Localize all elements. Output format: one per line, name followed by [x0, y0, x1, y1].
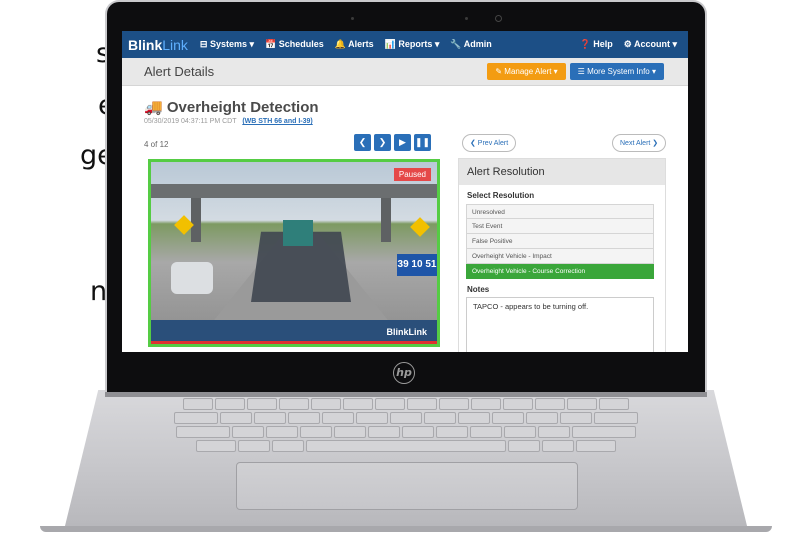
alert-location-link[interactable]: (WB STH 66 and I-39) — [242, 118, 312, 125]
laptop-base — [40, 526, 772, 532]
sensor-dot — [465, 17, 468, 20]
resolution-option[interactable]: Test Event — [466, 219, 654, 234]
nav-alerts[interactable]: 🔔 Alerts — [335, 39, 374, 50]
top-navbar: BlinkLink ⊟ Systems ▾ 📅 Schedules 🔔 Aler… — [122, 31, 688, 58]
resolution-option-selected[interactable]: Overheight Vehicle - Course Correction — [466, 264, 654, 279]
app-screen: BlinkLink ⊟ Systems ▾ 📅 Schedules 🔔 Aler… — [122, 31, 688, 352]
page-header: Alert Details ✎ Manage Alert ▾ ☰ More Sy… — [122, 58, 688, 86]
select-resolution-label: Select Resolution — [467, 191, 535, 200]
notes-label: Notes — [467, 285, 490, 294]
nav-account[interactable]: ⚙ Account ▾ — [624, 39, 677, 50]
prev-alert-button[interactable]: ❮ Prev Alert — [462, 134, 517, 152]
panel-title: Alert Resolution — [459, 159, 665, 185]
alert-title-text: Overheight Detection — [166, 99, 319, 116]
next-frame-button[interactable]: ❯ — [374, 134, 391, 151]
alert-title: 🚚 Overheight Detection — [144, 98, 319, 116]
alert-meta: 05/30/2019 04:37:11 PM CDT (WB STH 66 an… — [144, 118, 313, 125]
nav-help[interactable]: ❓ Help — [580, 39, 613, 50]
alert-resolution-panel: Alert Resolution Select Resolution Unres… — [458, 158, 666, 352]
brand-bold: Blink — [128, 36, 163, 53]
pause-button[interactable]: ❚❚ — [414, 134, 431, 151]
trackpad — [236, 462, 578, 510]
play-button[interactable]: ▶ — [394, 134, 411, 151]
next-alert-button[interactable]: Next Alert ❯ — [612, 134, 667, 152]
nav-admin[interactable]: 🔧 Admin — [450, 39, 491, 50]
brand-logo[interactable]: BlinkLink — [128, 37, 188, 53]
previous-frame-button[interactable]: ❮ — [354, 134, 371, 151]
resolution-option[interactable]: False Positive — [466, 234, 654, 249]
page-title: Alert Details — [144, 64, 215, 79]
nav-reports[interactable]: 📊 Reports ▾ — [385, 39, 440, 50]
truck-icon: 🚚 — [144, 99, 167, 116]
sensor-dot — [351, 17, 354, 20]
nav-right: ❓ Help ⚙ Account ▾ — [580, 39, 688, 50]
camera-frame — [151, 162, 437, 344]
notes-textarea[interactable]: TAPCO - appears to be turning off. — [466, 297, 654, 352]
resolution-option[interactable]: Unresolved — [466, 204, 654, 219]
brand-light: Link — [162, 36, 188, 53]
more-system-info-button[interactable]: ☰ More System Info ▾ — [569, 63, 664, 80]
manage-alert-button[interactable]: ✎ Manage Alert ▾ — [487, 63, 566, 80]
alert-timestamp: 05/30/2019 04:37:11 PM CDT — [144, 118, 237, 125]
playback-controls: ❮ ❯ ▶ ❚❚ — [354, 134, 431, 151]
camera-image[interactable]: 39 10 51 Paused BlinkLink — [148, 159, 440, 347]
resolution-option[interactable]: Overheight Vehicle - Impact — [466, 249, 654, 264]
nav-systems[interactable]: ⊟ Systems ▾ — [200, 39, 254, 50]
hp-logo: hp — [393, 362, 415, 384]
alert-counter: 4 of 12 — [144, 140, 169, 149]
main-content: 🚚 Overheight Detection 05/30/2019 04:37:… — [122, 86, 688, 352]
keyboard — [110, 398, 702, 458]
webcam — [495, 15, 502, 22]
nav-schedules[interactable]: 📅 Schedules — [265, 39, 324, 50]
